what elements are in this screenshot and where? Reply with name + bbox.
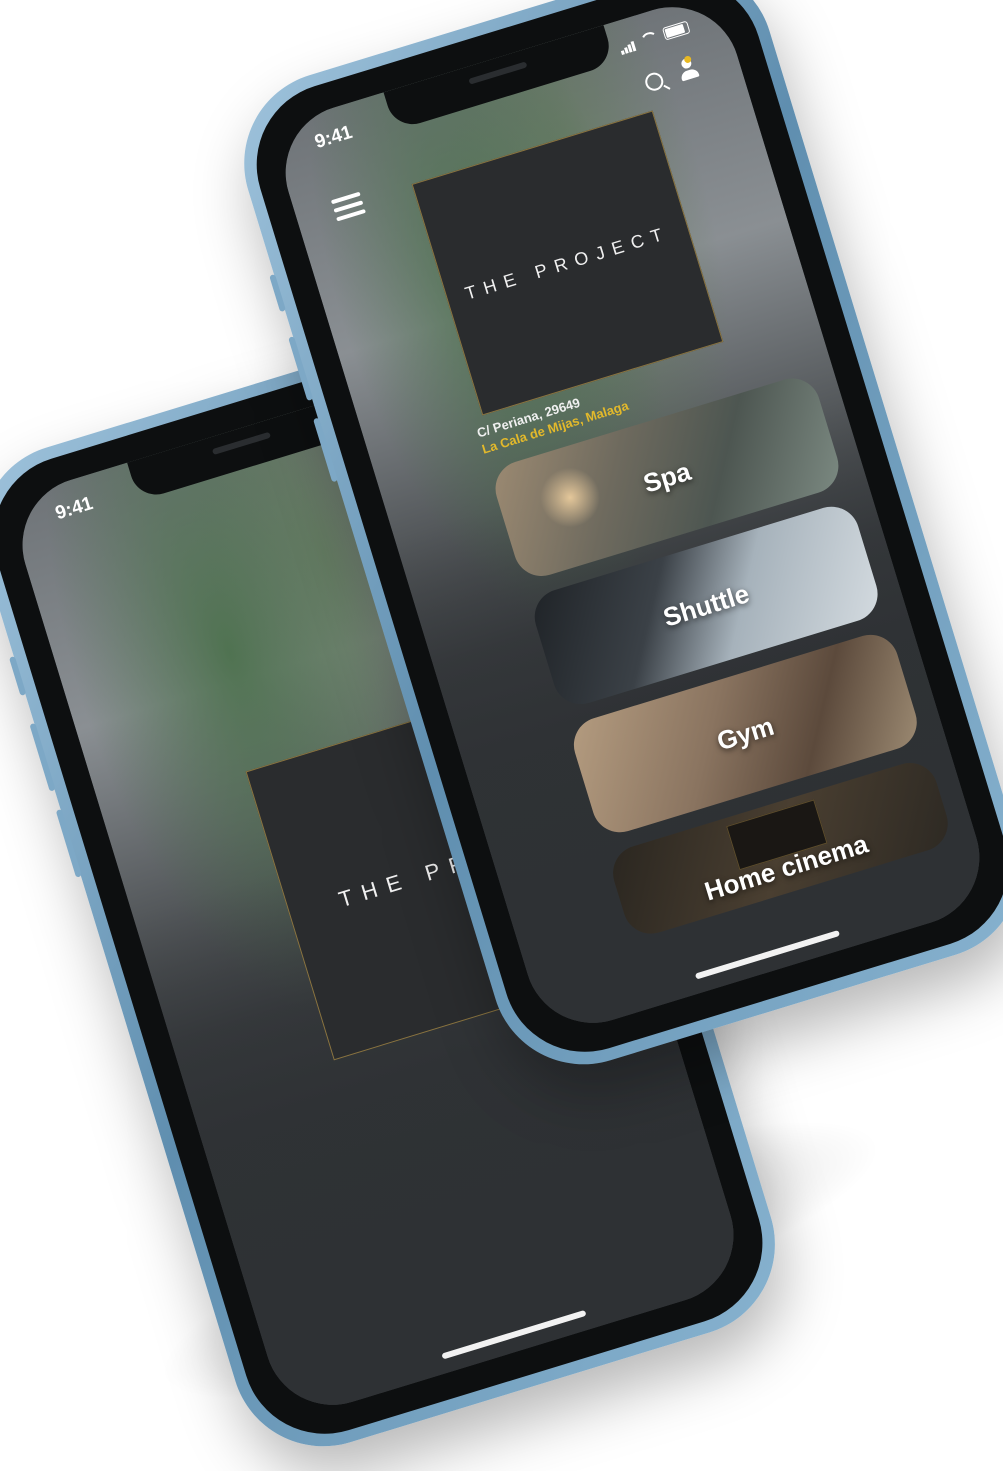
mute-switch bbox=[269, 274, 287, 313]
speaker-grille bbox=[211, 431, 272, 456]
mute-switch bbox=[8, 655, 27, 696]
card-label: Spa bbox=[639, 455, 695, 499]
wifi-icon bbox=[638, 29, 660, 47]
card-label: Gym bbox=[713, 710, 778, 756]
card-label: Shuttle bbox=[659, 577, 753, 633]
speaker-grille bbox=[467, 61, 527, 85]
logo-text: THE PROJECT bbox=[462, 221, 673, 304]
